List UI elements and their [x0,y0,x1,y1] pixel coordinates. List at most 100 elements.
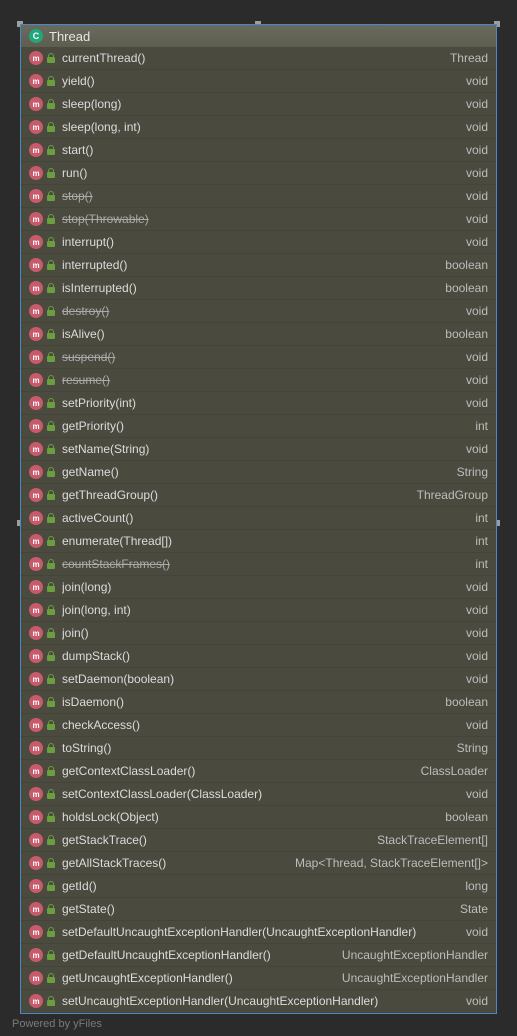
method-row[interactable]: mcountStackFrames()int [21,553,496,576]
method-row[interactable]: msuspend()void [21,346,496,369]
lock-icon [46,352,56,362]
method-icon: m [29,212,43,226]
return-type-label: boolean [445,258,488,272]
lock-icon [46,375,56,385]
lock-icon [46,122,56,132]
lock-icon [46,628,56,638]
method-row[interactable]: mcheckAccess()void [21,714,496,737]
method-icon: m [29,51,43,65]
method-row[interactable]: mgetDefaultUncaughtExceptionHandler()Unc… [21,944,496,967]
method-icon: m [29,810,43,824]
method-row[interactable]: mgetPriority()int [21,415,496,438]
method-name-label: toString() [62,741,449,755]
return-type-label: void [466,373,488,387]
method-name-label: checkAccess() [62,718,458,732]
return-type-label: int [475,534,488,548]
return-type-label: boolean [445,281,488,295]
class-header[interactable]: C Thread [21,25,496,47]
return-type-label: StackTraceElement[] [377,833,488,847]
method-name-label: holdsLock(Object) [62,810,437,824]
lock-icon [46,651,56,661]
method-row[interactable]: msetPriority(int)void [21,392,496,415]
method-name-label: getState() [62,902,452,916]
method-row[interactable]: msetName(String)void [21,438,496,461]
lock-icon [46,306,56,316]
method-icon: m [29,350,43,364]
method-row[interactable]: mgetContextClassLoader()ClassLoader [21,760,496,783]
return-type-label: void [466,396,488,410]
lock-icon [46,996,56,1006]
lock-icon [46,191,56,201]
method-icon: m [29,626,43,640]
method-name-label: sleep(long, int) [62,120,458,134]
method-name-label: setPriority(int) [62,396,458,410]
method-icon: m [29,557,43,571]
method-row[interactable]: msleep(long)void [21,93,496,116]
method-row[interactable]: mgetAllStackTraces()Map<Thread, StackTra… [21,852,496,875]
lock-icon [46,53,56,63]
return-type-label: UncaughtExceptionHandler [342,948,488,962]
return-type-label: void [466,442,488,456]
method-row[interactable]: m holdsLock(Object) boolean [21,806,496,829]
method-row[interactable]: mstop(Throwable)void [21,208,496,231]
method-row[interactable]: msetContextClassLoader(ClassLoader)void [21,783,496,806]
lock-icon [46,214,56,224]
method-row[interactable]: mjoin()void [21,622,496,645]
method-row[interactable]: mgetStackTrace()StackTraceElement[] [21,829,496,852]
method-row[interactable]: misInterrupted()boolean [21,277,496,300]
method-name-label: setUncaughtExceptionHandler(UncaughtExce… [62,994,458,1008]
method-icon: m [29,442,43,456]
method-name-label: currentThread() [62,51,442,65]
lock-icon [46,237,56,247]
method-name-label: join() [62,626,458,640]
method-row[interactable]: msleep(long, int)void [21,116,496,139]
method-row[interactable]: mgetUncaughtExceptionHandler()UncaughtEx… [21,967,496,990]
method-row[interactable]: msetUncaughtExceptionHandler(UncaughtExc… [21,990,496,1013]
method-row[interactable]: menumerate(Thread[])int [21,530,496,553]
method-row[interactable]: mjoin(long)void [21,576,496,599]
class-diagram-node[interactable]: C Thread m currentThread() Thread myield()v… [20,24,497,1014]
method-row[interactable]: mgetThreadGroup()ThreadGroup [21,484,496,507]
lock-icon [46,145,56,155]
method-row[interactable]: mresume()void [21,369,496,392]
method-row[interactable]: minterrupt()void [21,231,496,254]
method-row[interactable]: msetDefaultUncaughtExceptionHandler(Unca… [21,921,496,944]
return-type-label: boolean [445,810,488,824]
method-row[interactable]: misAlive()boolean [21,323,496,346]
method-row[interactable]: mtoString()String [21,737,496,760]
method-icon: m [29,902,43,916]
method-row[interactable]: mstop()void [21,185,496,208]
lock-icon [46,950,56,960]
return-type-label: void [466,235,488,249]
method-icon: m [29,718,43,732]
method-row[interactable]: mdestroy()void [21,300,496,323]
method-row[interactable]: m currentThread() Thread [21,47,496,70]
method-row[interactable]: mactiveCount()int [21,507,496,530]
method-row[interactable]: mstart()void [21,139,496,162]
method-name-label: resume() [62,373,458,387]
method-name-label: activeCount() [62,511,467,525]
method-row[interactable]: mgetName()String [21,461,496,484]
method-name-label: getUncaughtExceptionHandler() [62,971,334,985]
lock-icon [46,76,56,86]
lock-icon [46,720,56,730]
method-name-label: interrupted() [62,258,437,272]
return-type-label: Thread [450,51,488,65]
watermark-label: Powered by yFiles [12,1018,102,1030]
method-row[interactable]: mgetState()State [21,898,496,921]
method-list: mcurrentThread()Threadmyield()voidmsleep… [21,47,496,1013]
return-type-label: int [475,511,488,525]
lock-icon [46,260,56,270]
method-row[interactable]: minterrupted()boolean [21,254,496,277]
method-row[interactable]: misDaemon()boolean [21,691,496,714]
method-icon: m [29,764,43,778]
method-row[interactable]: mgetId()long [21,875,496,898]
method-icon: m [29,166,43,180]
method-row[interactable]: myield()void [21,70,496,93]
method-row[interactable]: mrun()void [21,162,496,185]
lock-icon [46,835,56,845]
method-row[interactable]: mdumpStack()void [21,645,496,668]
method-icon: m [29,580,43,594]
method-row[interactable]: msetDaemon(boolean)void [21,668,496,691]
method-row[interactable]: mjoin(long, int)void [21,599,496,622]
